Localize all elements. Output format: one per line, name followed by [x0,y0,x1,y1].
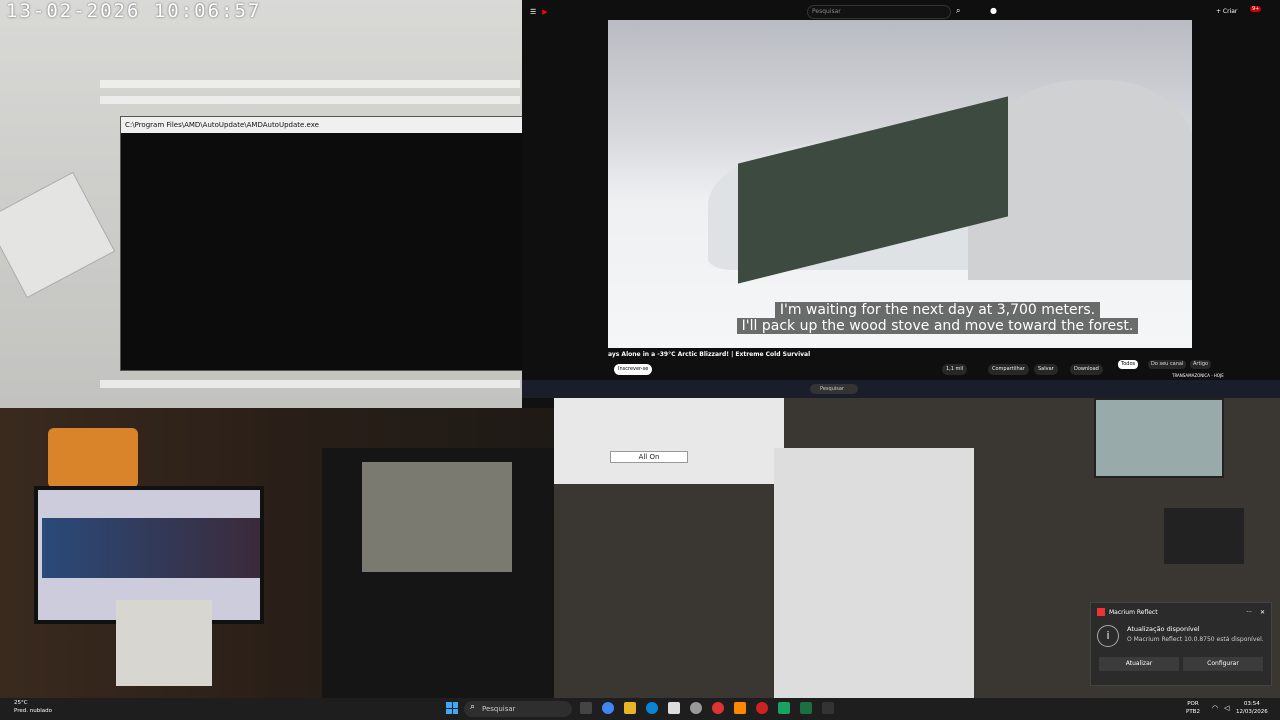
railing-stripe [100,96,520,104]
share-button[interactable]: Compartilhar [988,364,1029,375]
subscribe-button[interactable]: Inscrever-se [614,364,653,375]
like-button[interactable]: 1,1 mil [942,364,968,375]
info-icon: i [1097,625,1119,647]
video-player[interactable]: I'm waiting for the next day at 3,700 me… [608,20,1192,348]
wifi-icon[interactable]: ◠ [1212,704,1218,712]
calendar [116,600,212,686]
doorway [774,448,974,698]
monitor-screen [42,518,260,578]
mic-icon[interactable]: ● [990,6,997,15]
obs-icon[interactable] [690,702,702,714]
notification-badge[interactable]: 9+ [1250,6,1262,12]
overlay-window [554,398,784,484]
subtitle-line: I'm waiting for the next day at 3,700 me… [683,302,1192,318]
start-icon[interactable] [446,702,458,714]
box-object [1164,508,1244,564]
weather-widget[interactable]: 25°C Pred. nublado [14,699,52,715]
configure-button[interactable]: Configurar [1183,657,1263,671]
toast-title: Atualização disponível [1127,625,1200,633]
all-on-button[interactable]: All On [610,451,688,463]
tv-screen [1094,398,1224,478]
toast-buttons: Atualizar Configurar [1091,657,1271,671]
search-icon: ⌕ [470,702,476,712]
laptop-object [0,171,116,299]
download-button[interactable]: Download [1070,364,1103,375]
youtube-search-input[interactable]: Pesquisar [807,5,951,19]
task-view-icon[interactable] [580,702,592,714]
create-button[interactable]: + Criar [1216,8,1237,15]
toast-header: Macrium Reflect ··· ✕ [1091,603,1271,621]
monitor-right-screen [362,462,512,572]
side-video-title[interactable]: TRANSAMAZONICA - HOJE [1172,373,1224,378]
railing-stripe [100,80,520,88]
toast-app-name: Macrium Reflect [1109,608,1158,616]
camera-feed-bottom-left [0,408,554,698]
video-title[interactable]: ays Alone in a -39°C Arctic Blizzard! | … [608,351,810,358]
search-icon[interactable]: ⌕ [956,6,960,16]
camera-timestamp: 13-02-2026 10:06:57 [6,0,262,22]
terminal-icon[interactable] [822,702,834,714]
toast-message: O Macrium Reflect 10.0.8750 está disponí… [1127,636,1264,643]
app-green-icon[interactable] [778,702,790,714]
console-title: C:\Program Files\AMD\AutoUpdate\AMDAutoU… [125,121,319,129]
notification-toast[interactable]: Macrium Reflect ··· ✕ i Atualização disp… [1090,602,1272,686]
app-record-icon[interactable] [756,702,768,714]
macrium-icon [1097,608,1105,616]
clock[interactable]: 03:54 12/03/2026 [1236,700,1268,716]
save-button[interactable]: Salvar [1034,364,1058,375]
close-icon[interactable]: ✕ [1260,609,1265,616]
excel-icon[interactable] [800,702,812,714]
language-indicator[interactable]: POR PTB2 [1186,700,1200,716]
remote-search: Pesquisar [810,384,858,394]
youtube-window: ☰ ▶ Pesquisar ⌕ ● + Criar 9+ I'm waiting… [522,0,1280,380]
toast-body: i Atualização disponível O Macrium Refle… [1091,621,1271,651]
weather-desc: Pred. nublado [14,708,52,714]
chip-all[interactable]: Todos [1118,360,1139,369]
volume-icon[interactable]: ◁ [1224,704,1229,712]
remote-taskbar-strip: Pesquisar [522,380,1280,398]
subtitle-line: I'll pack up the wood stove and move tow… [683,318,1192,334]
temperature: 25°C [14,700,28,706]
lamp-glow [48,428,138,488]
more-icon[interactable]: ··· [1246,609,1252,616]
monitor-right [322,448,554,698]
chrome-icon[interactable] [602,702,614,714]
railing-stripe [100,380,520,388]
menu-icon[interactable]: ☰ [530,8,536,16]
youtube-logo-icon[interactable]: ▶ [542,8,547,16]
taskbar: 25°C Pred. nublado Pesquisar ⌕ POR PTB2 ◠… [0,698,1280,720]
file-explorer-icon[interactable] [624,702,636,714]
vlc-icon[interactable] [734,702,746,714]
chip-article[interactable]: Artigo [1190,360,1212,369]
store-icon[interactable] [668,702,680,714]
taskbar-search[interactable]: Pesquisar [464,701,572,717]
edge-icon[interactable] [646,702,658,714]
app-red-icon[interactable] [712,702,724,714]
update-button[interactable]: Atualizar [1099,657,1179,671]
chip-channel[interactable]: Do seu canal [1148,360,1187,369]
